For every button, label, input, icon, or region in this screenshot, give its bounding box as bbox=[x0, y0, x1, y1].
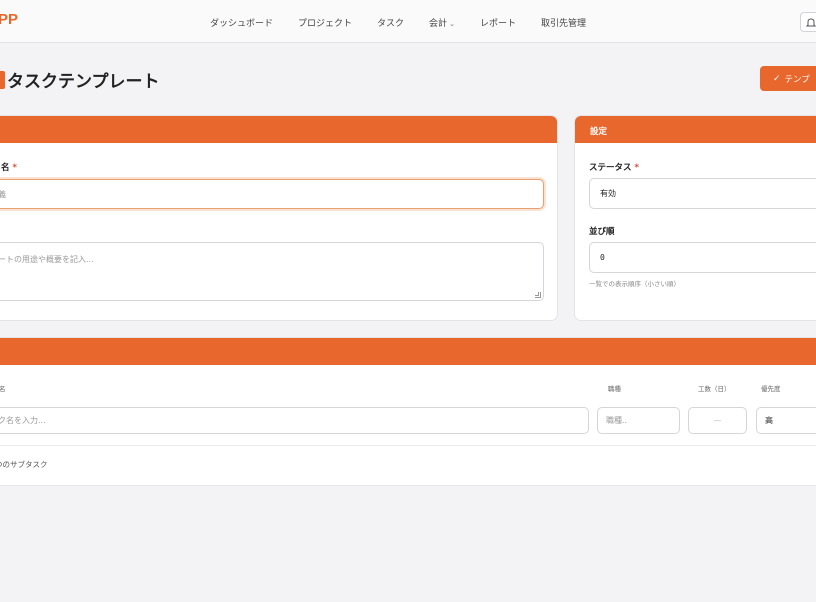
nav-tasks[interactable]: タスク bbox=[377, 16, 404, 29]
nav-projects[interactable]: プロジェクト bbox=[298, 16, 352, 29]
chevron-down-icon: ⌄ bbox=[449, 20, 455, 28]
subtask-divider bbox=[0, 445, 816, 446]
page-title-text: タスクテンプレート bbox=[7, 72, 160, 92]
save-template-button[interactable]: ✓ テンプ bbox=[760, 66, 816, 91]
column-role: 職種 bbox=[608, 385, 621, 393]
subtasks-card: 名 職種 工数（日） 優先度 ク名を入力... 職種.. — 高 つのサブタスク bbox=[0, 337, 816, 486]
order-input[interactable]: 0 bbox=[589, 242, 816, 273]
page-title: タスクテンプレート bbox=[0, 67, 160, 92]
subtask-count: つのサブタスク bbox=[0, 460, 48, 469]
order-label: 並び順 bbox=[589, 227, 615, 237]
basic-info-header bbox=[0, 116, 557, 143]
settings-card: 設定 ステータス * 有効 並び順 0 一覧での表示順序（小さい順） bbox=[574, 115, 816, 321]
top-navbar: PP ダッシュボード プロジェクト タスク 会計 ⌄ レポート 取引先管理 bbox=[0, 0, 816, 43]
template-name-input[interactable]: 義 bbox=[0, 179, 544, 209]
column-priority: 優先度 bbox=[761, 385, 781, 393]
status-label: ステータス * bbox=[589, 161, 639, 173]
nav-reports[interactable]: レポート bbox=[480, 16, 516, 29]
subtasks-header bbox=[0, 338, 816, 365]
subtask-role-input[interactable]: 職種.. bbox=[597, 407, 680, 434]
subtask-priority-select[interactable]: 高 bbox=[756, 407, 816, 434]
template-name-label: 名 * bbox=[1, 161, 17, 173]
template-name-label-text: 名 bbox=[1, 163, 10, 173]
template-icon bbox=[0, 70, 5, 89]
nav-dashboard[interactable]: ダッシュボード bbox=[210, 16, 273, 29]
bell-icon bbox=[805, 18, 816, 27]
subtask-hours-input[interactable]: — bbox=[688, 407, 747, 434]
app-logo[interactable]: PP bbox=[0, 11, 18, 28]
notification-button[interactable] bbox=[800, 12, 816, 32]
nav-clients[interactable]: 取引先管理 bbox=[541, 16, 586, 29]
check-icon: ✓ bbox=[773, 73, 781, 84]
status-label-text: ステータス bbox=[589, 163, 632, 173]
settings-header: 設定 bbox=[575, 116, 816, 143]
basic-info-card: 名* 義 ートの用途や概要を記入... bbox=[0, 115, 558, 321]
subtask-name-input[interactable]: ク名を入力... bbox=[0, 407, 589, 434]
main-nav: ダッシュボード プロジェクト タスク 会計 ⌄ レポート 取引先管理 bbox=[210, 16, 611, 29]
column-hours: 工数（日） bbox=[698, 385, 731, 393]
required-mark: * bbox=[634, 163, 639, 173]
nav-accounting[interactable]: 会計 ⌄ bbox=[429, 16, 455, 29]
description-placeholder: ートの用途や概要を記入... bbox=[0, 255, 94, 264]
description-textarea[interactable]: ートの用途や概要を記入... bbox=[0, 242, 544, 301]
column-name: 名 bbox=[0, 383, 6, 393]
order-hint: 一覧での表示順序（小さい順） bbox=[589, 280, 680, 288]
status-select[interactable]: 有効 bbox=[589, 178, 816, 209]
resize-handle-icon[interactable] bbox=[535, 292, 541, 298]
nav-accounting-label: 会計 bbox=[429, 19, 448, 29]
required-mark: * bbox=[12, 163, 17, 173]
save-button-label: テンプ bbox=[784, 74, 810, 85]
